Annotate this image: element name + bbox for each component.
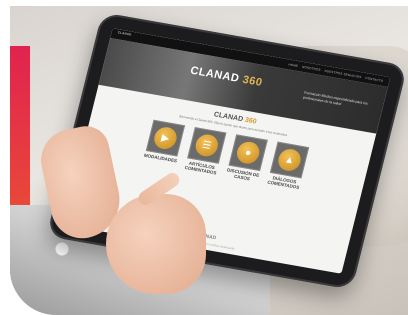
chart-icon: ▲ <box>276 147 304 173</box>
tile-dialogos[interactable]: ▲ DIÁLOGOS COMENTADOS <box>266 141 310 190</box>
hero-logo-number: 360 <box>241 73 264 89</box>
hero-tagline: Formación Médica especializada para los … <box>302 90 369 106</box>
tile-box: ☰ <box>187 127 227 164</box>
people-icon: ● <box>234 140 262 166</box>
nav-link[interactable]: HOME <box>288 62 299 68</box>
tile-modalidades[interactable]: ▶ MODALIDADES <box>142 119 186 169</box>
nav-link[interactable]: NOSOTROS <box>302 65 321 72</box>
video-icon: ▶ <box>151 125 179 151</box>
tile-articulos[interactable]: ☰ ARTÍCULOS COMENTADOS <box>183 127 227 176</box>
nav-link[interactable]: CONTACTO <box>365 76 384 83</box>
document-icon: ☰ <box>193 132 221 159</box>
hero-logo-text: CLANAD <box>189 64 241 85</box>
nav-logo[interactable]: CLANAD <box>117 30 132 36</box>
right-hand <box>106 194 206 294</box>
tile-box: ● <box>228 134 268 172</box>
tile-discusion[interactable]: ● DISCUSIÓN DE CASOS <box>225 134 269 183</box>
tile-box: ▶ <box>145 119 186 157</box>
hero-logo: CLANAD 360 <box>189 65 264 89</box>
tile-box: ▲ <box>269 141 310 179</box>
photo-background: CLANAD HOME NOSOTROS NUESTROS SERVICIOS … <box>10 6 408 315</box>
